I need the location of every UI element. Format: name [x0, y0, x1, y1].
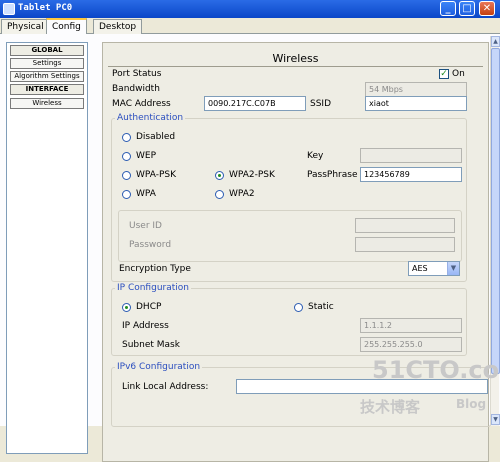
auth-wep-radio[interactable]: [122, 152, 131, 161]
user-id-field: [355, 218, 455, 233]
panel-title: Wireless: [272, 52, 319, 65]
authentication-group: Authentication Disabled WEP Key WPA-PSK …: [111, 113, 467, 282]
sidebar-item-interface[interactable]: INTERFACE: [10, 84, 84, 95]
auth-wpa2-psk-radio[interactable]: [215, 171, 224, 180]
app-icon: [3, 3, 15, 15]
port-status-label: Port Status: [112, 69, 162, 79]
scroll-down-icon[interactable]: ▼: [491, 414, 500, 425]
title-divider: [108, 66, 483, 67]
wireless-panel: Wireless Port Status ✓ On Bandwidth 54 M…: [102, 42, 491, 462]
maximize-button[interactable]: □: [459, 1, 475, 16]
auth-wpa-psk-radio[interactable]: [122, 171, 131, 180]
auth-wpa2-label: WPA2: [229, 189, 255, 199]
sidebar-item-global[interactable]: GLOBAL: [10, 45, 84, 56]
encryption-type-select[interactable]: AES ▼: [408, 261, 460, 276]
ipv6-configuration-legend: IPv6 Configuration: [115, 362, 203, 372]
link-local-address-label: Link Local Address:: [122, 382, 209, 392]
ip-static-radio[interactable]: [294, 303, 303, 312]
authentication-legend: Authentication: [115, 113, 186, 123]
tab-bar: Physical Config Desktop: [0, 18, 500, 35]
auth-disabled-radio[interactable]: [122, 133, 131, 142]
port-on-checkbox[interactable]: ✓: [439, 69, 449, 79]
auth-wep-label: WEP: [136, 151, 157, 161]
passphrase-field[interactable]: 123456789: [360, 167, 462, 182]
subnet-mask-label: Subnet Mask: [122, 340, 180, 350]
user-id-label: User ID: [129, 221, 162, 231]
sidebar-item-settings[interactable]: Settings: [10, 58, 84, 69]
encryption-type-label: Encryption Type: [119, 264, 191, 274]
port-on-label: On: [452, 69, 465, 79]
sidebar-item-algorithm-settings[interactable]: Algorithm Settings: [10, 71, 84, 82]
auth-wpa-psk-label: WPA-PSK: [136, 170, 176, 180]
bandwidth-label: Bandwidth: [112, 84, 160, 94]
scroll-thumb[interactable]: [491, 48, 500, 374]
password-field: [355, 237, 455, 252]
ip-dhcp-label: DHCP: [136, 302, 162, 312]
auth-wpa2-psk-label: WPA2-PSK: [229, 170, 275, 180]
tab-physical[interactable]: Physical: [1, 19, 50, 34]
mac-address-label: MAC Address: [112, 99, 171, 109]
ip-configuration-group: IP Configuration DHCP Static IP Address …: [111, 283, 467, 356]
auth-wpa-radio[interactable]: [122, 190, 131, 199]
ip-address-field: 1.1.1.2: [360, 318, 462, 333]
ip-address-label: IP Address: [122, 321, 169, 331]
bandwidth-field: 54 Mbps: [365, 82, 467, 97]
window-title: Tablet PC0: [18, 3, 73, 13]
user-credentials-group: User ID Password: [118, 210, 462, 262]
passphrase-label: PassPhrase: [307, 170, 358, 180]
auth-wpa2-radio[interactable]: [215, 190, 224, 199]
watermark-cn: 技术博客: [360, 398, 421, 416]
sidebar-item-wireless[interactable]: Wireless: [10, 98, 84, 109]
sidebar: GLOBAL Settings Algorithm Settings INTER…: [6, 42, 88, 454]
ssid-label: SSID: [310, 99, 332, 109]
ip-configuration-legend: IP Configuration: [115, 283, 191, 293]
key-field: [360, 148, 462, 163]
watermark-blog: Blog: [456, 397, 487, 411]
scroll-up-icon[interactable]: ▲: [491, 36, 500, 47]
close-button[interactable]: ✕: [479, 1, 495, 16]
encryption-type-value: AES: [412, 264, 428, 273]
mac-address-field[interactable]: 0090.217C.C07B: [204, 96, 306, 111]
tab-config[interactable]: Config: [46, 18, 87, 35]
ssid-field[interactable]: xiaot: [365, 96, 467, 111]
tab-desktop[interactable]: Desktop: [93, 19, 143, 34]
auth-disabled-label: Disabled: [136, 132, 176, 142]
ip-dhcp-radio[interactable]: [122, 303, 131, 312]
title-bar: Tablet PC0 _ □ ✕: [0, 0, 500, 18]
auth-wpa-label: WPA: [136, 189, 156, 199]
chevron-down-icon[interactable]: ▼: [447, 262, 459, 275]
minimize-button[interactable]: _: [440, 1, 456, 16]
subnet-mask-field: 255.255.255.0: [360, 337, 462, 352]
password-label: Password: [129, 240, 172, 250]
ip-static-label: Static: [308, 302, 334, 312]
watermark-site: 51CTO.com: [372, 356, 500, 384]
key-label: Key: [307, 151, 324, 161]
